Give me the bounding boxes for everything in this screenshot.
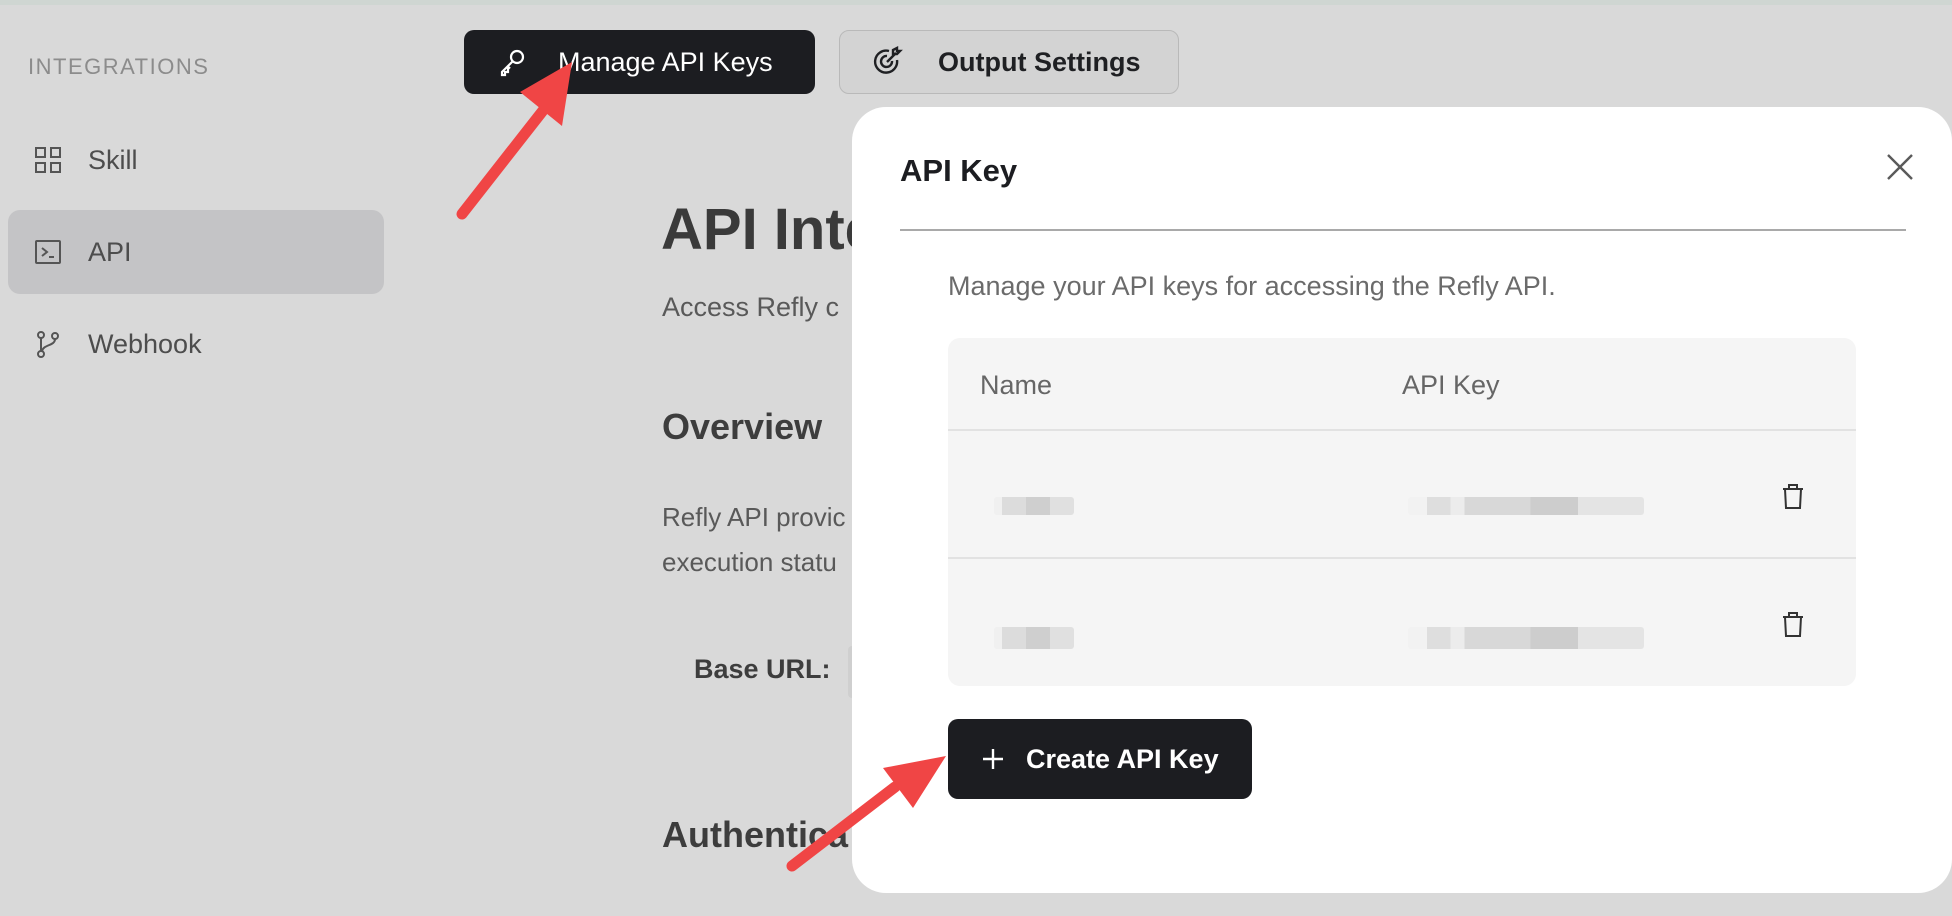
modal-description: Manage your API keys for accessing the R… <box>948 271 1556 301</box>
target-arrow-icon <box>873 46 903 74</box>
manage-api-keys-button[interactable]: Manage API Keys <box>464 30 815 94</box>
api-key-cell <box>1408 497 1644 515</box>
output-settings-button[interactable]: Output Settings <box>839 30 1179 94</box>
sidebar-item-label: Skill <box>88 144 138 175</box>
plus-icon <box>983 749 1003 769</box>
sidebar-item-skill[interactable]: Skill <box>8 118 384 202</box>
create-api-key-button[interactable]: Create API Key <box>948 719 1252 799</box>
git-branch-icon <box>37 331 59 358</box>
api-keys-table: Name API Key <box>948 338 1856 686</box>
modal-title: API Key <box>900 153 1018 188</box>
sidebar-item-label: API <box>88 236 132 267</box>
column-header-name: Name <box>980 370 1053 400</box>
sidebar: INTEGRATIONS Skill API Webhook <box>0 0 400 916</box>
table-row <box>948 429 1856 557</box>
overview-text-line-1: Refly API provic <box>662 502 846 532</box>
create-api-key-label: Create API Key <box>1026 743 1219 774</box>
key-name-cell <box>994 627 1074 649</box>
column-header-api-key: API Key <box>1402 370 1500 400</box>
api-key-modal: API Key Manage your API keys for accessi… <box>852 107 1952 893</box>
terminal-icon <box>35 240 61 264</box>
key-name-cell <box>994 497 1074 515</box>
base-url-label: Base URL: <box>694 654 831 684</box>
authentication-heading: Authentica <box>662 814 849 855</box>
key-icon <box>500 49 525 77</box>
overview-heading: Overview <box>662 406 823 447</box>
table-row <box>948 557 1856 685</box>
trash-icon[interactable] <box>1778 481 1808 511</box>
grid-icon <box>35 147 61 173</box>
page-subtitle: Access Refly c <box>662 292 840 322</box>
sidebar-item-api[interactable]: API <box>8 210 384 294</box>
overview-text-line-2: execution statu <box>662 547 837 577</box>
api-key-cell <box>1408 627 1644 649</box>
sidebar-item-label: Webhook <box>88 328 202 359</box>
modal-divider <box>900 229 1906 231</box>
sidebar-item-webhook[interactable]: Webhook <box>8 302 384 386</box>
output-settings-label: Output Settings <box>938 46 1141 77</box>
page-title: API Inte <box>661 197 877 262</box>
manage-api-keys-label: Manage API Keys <box>558 46 773 77</box>
trash-icon[interactable] <box>1778 609 1808 639</box>
sidebar-heading: INTEGRATIONS <box>28 54 210 79</box>
close-icon[interactable] <box>1878 145 1922 189</box>
